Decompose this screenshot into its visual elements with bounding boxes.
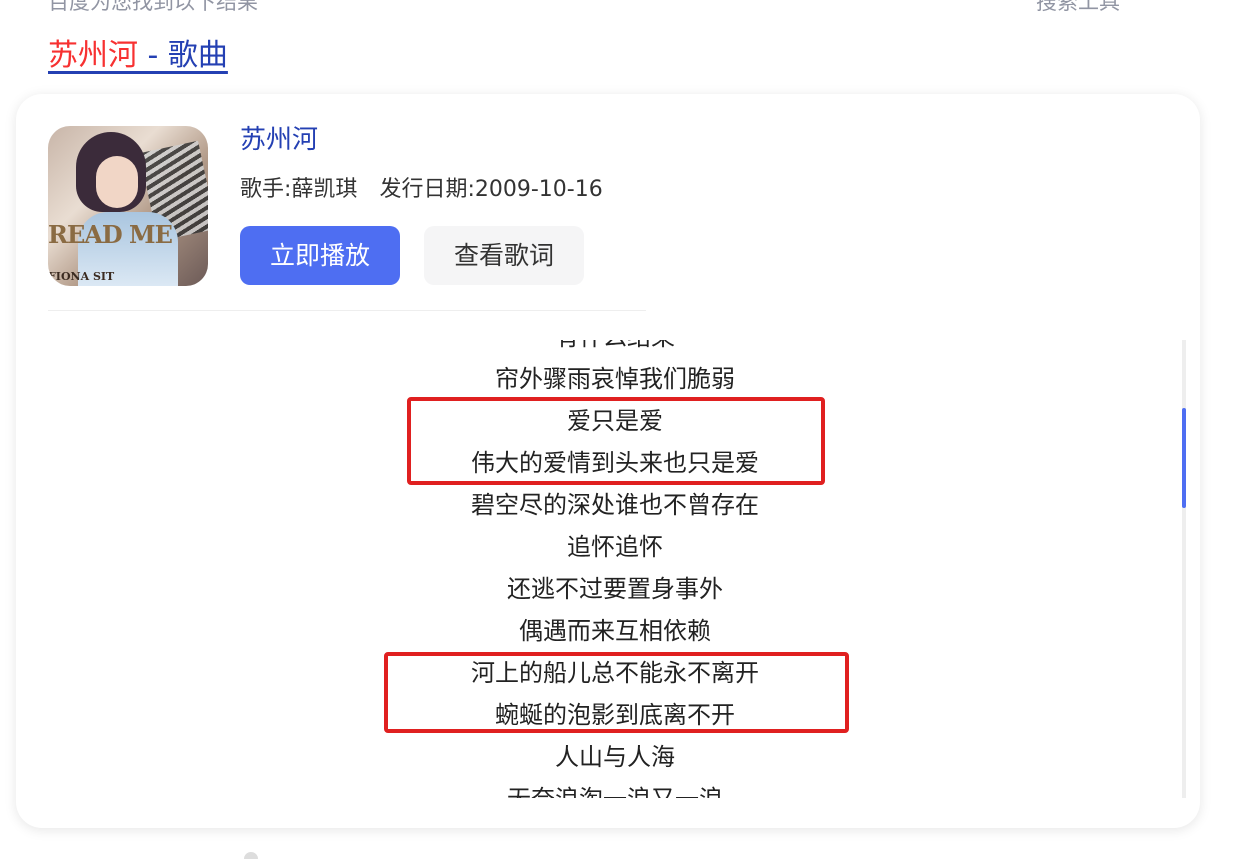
lyric-line: 无奈浪淘一浪又一浪 [48,778,1182,798]
singer-label: 歌手: [240,177,292,202]
lyric-line: 偶遇而来互相依赖 [519,617,711,645]
album-cover-image[interactable]: READ ME FIONA SIT [48,126,208,286]
lyric-line: 还逃不过要置身事外 [507,575,723,603]
singer-name: 薛凯琪 [291,177,358,202]
play-now-button[interactable]: 立即播放 [240,226,400,285]
bottom-edge-fragment [244,852,258,859]
cover-face-graphic [96,156,138,208]
release-date: 2009-10-16 [474,177,603,202]
annotation-box-highlight-1 [407,397,825,485]
top-strip: 百度为您找到以下结果 搜索工具 [0,0,1239,14]
lyric-line: 碧空尽的深处谁也不曾存在 [471,491,759,519]
lyric-line: 追怀追怀 [567,533,663,561]
song-name-link[interactable]: 苏州河 [240,122,318,158]
cover-artist-text: FIONA SIT [48,270,115,283]
result-title-link[interactable]: 苏州河 - 歌曲 [48,34,228,78]
result-title-highlight: 苏州河 [48,38,138,73]
annotation-box-highlight-2 [384,652,849,733]
lyrics-scrollbar-thumb[interactable] [1182,408,1186,508]
lyric-line: 有什么结果 [48,340,1182,358]
lyric-line: 帘外骤雨哀悼我们脆弱 [495,365,735,393]
view-lyrics-button[interactable]: 查看歌词 [424,226,584,285]
lyric-line: 人山与人海 [555,743,675,771]
release-label: 发行日期: [379,177,475,202]
result-title-rest: - 歌曲 [138,38,228,73]
divider [48,310,646,311]
search-tools-link[interactable]: 搜索工具 [1036,0,1120,14]
cover-title-text: READ ME [48,220,173,249]
song-meta: 歌手:薛凯琪 发行日期:2009-10-16 [240,174,603,206]
result-count-text: 百度为您找到以下结果 [48,0,258,14]
